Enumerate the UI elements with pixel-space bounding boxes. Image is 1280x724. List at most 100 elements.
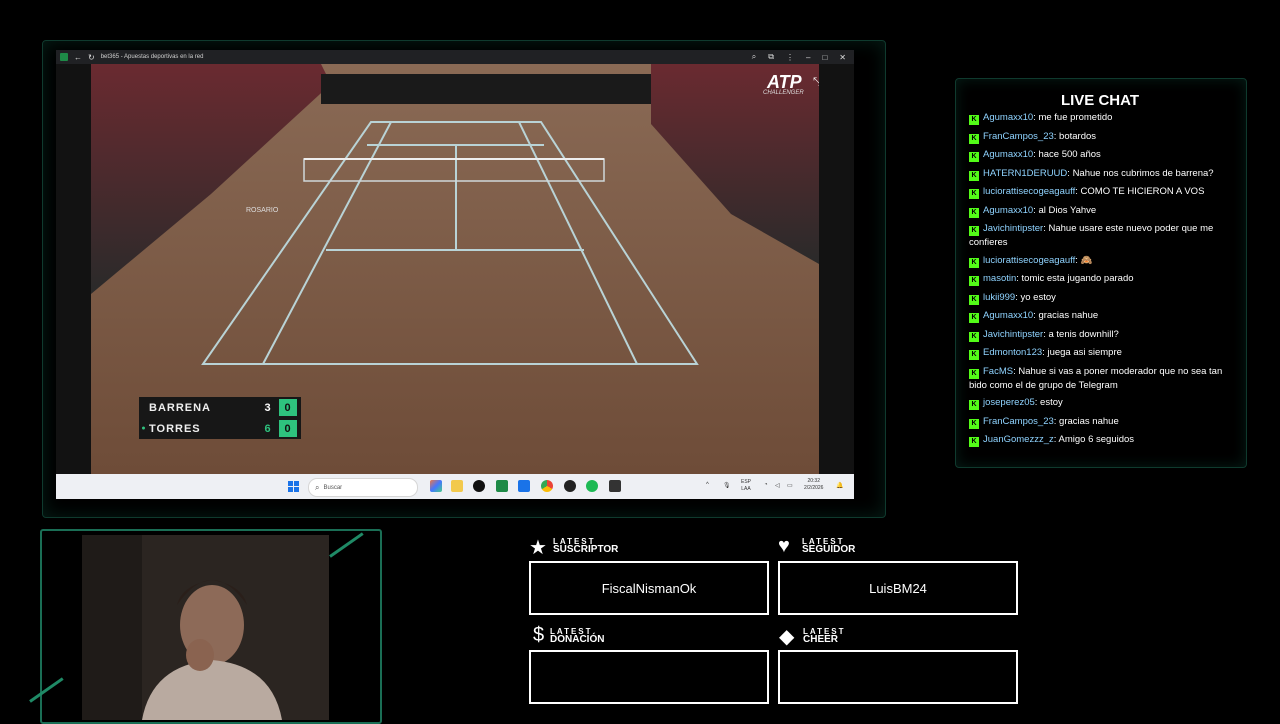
app-icon[interactable] bbox=[609, 480, 621, 492]
spotify-icon[interactable] bbox=[586, 480, 598, 492]
latest-cheer-label: LATEST CHEER bbox=[803, 627, 846, 645]
chat-text: 🙈 bbox=[1080, 254, 1093, 266]
webcam-feed bbox=[82, 535, 329, 720]
chat-text: hace 500 años bbox=[1038, 149, 1101, 160]
chat-username[interactable]: Agumaxx10 bbox=[983, 112, 1033, 123]
clock-date: 2/2/2026 bbox=[804, 485, 824, 491]
kick-badge-icon: K bbox=[969, 313, 979, 323]
player-games: 6 bbox=[264, 422, 272, 435]
kebab-icon[interactable]: ⋮ bbox=[786, 53, 794, 62]
chat-message: K Agumaxx10: hace 500 años bbox=[969, 148, 1231, 162]
chat-username[interactable]: Agumaxx10 bbox=[983, 310, 1033, 321]
minimize-button[interactable]: – bbox=[806, 53, 810, 62]
wifi-icon[interactable]: ◔ bbox=[764, 482, 768, 488]
scoreboard-row-player2: ● TORRES 6 0 bbox=[139, 418, 301, 439]
kick-badge-icon: K bbox=[969, 170, 979, 181]
taskbar-search-placeholder: Buscar bbox=[323, 484, 343, 491]
player-name: BARRENA bbox=[149, 401, 211, 414]
clock-time: 20:32 bbox=[807, 478, 820, 484]
kick-badge-icon: K bbox=[969, 226, 979, 236]
kick-badge-icon: K bbox=[969, 294, 979, 305]
bet365-app-icon[interactable] bbox=[496, 480, 508, 492]
chat-username[interactable]: masotin bbox=[983, 273, 1016, 284]
chat-username[interactable]: joseperez05 bbox=[983, 397, 1035, 408]
edge-icon[interactable] bbox=[518, 480, 530, 492]
extension-icon[interactable]: ⧉ bbox=[768, 52, 774, 62]
search-icon[interactable]: ⌕ bbox=[752, 52, 756, 62]
chat-username[interactable]: Agumaxx10 bbox=[983, 149, 1033, 160]
volume-icon[interactable]: ◁ bbox=[775, 482, 780, 489]
taskbar-clock[interactable]: 20:32 2/2/2026 bbox=[804, 478, 823, 492]
chat-username[interactable]: Javichintipster bbox=[983, 329, 1043, 340]
chat-message: Kluciorattisecogeagauff: 🙈 bbox=[969, 254, 1231, 268]
latest-cheer-box bbox=[778, 650, 1018, 704]
layout-code: LAA bbox=[741, 486, 751, 492]
chat-text: gracias nahue bbox=[1038, 310, 1099, 321]
reload-icon[interactable]: ↻ bbox=[88, 53, 95, 62]
maximize-button[interactable]: □ bbox=[822, 53, 827, 62]
chat-username[interactable]: Javichintipster bbox=[983, 223, 1043, 234]
chat-message: Klukii999: yo estoy bbox=[969, 291, 1231, 305]
dollar-icon: $ bbox=[533, 624, 545, 646]
player-points: 0 bbox=[279, 420, 297, 437]
browser-window: ← ↻ bet365 - Apuestas deportivas en la r… bbox=[56, 50, 854, 499]
browser-titlebar: ← ↻ bet365 - Apuestas deportivas en la r… bbox=[56, 50, 854, 64]
bet365-favicon-icon bbox=[60, 53, 68, 61]
chat-message: K Javichintipster: Nahue usare este nuevo… bbox=[969, 222, 1231, 249]
chat-username[interactable]: luciorattisecogeagauff bbox=[983, 255, 1075, 266]
tiktok-icon[interactable] bbox=[473, 480, 485, 492]
atp-challenger-label: CHALLENGER bbox=[763, 90, 804, 96]
kick-badge-icon: K bbox=[969, 257, 979, 268]
chat-text: estoy bbox=[1040, 397, 1063, 408]
browser-tab-title: bet365 - Apuestas deportivas en la red bbox=[100, 54, 204, 60]
kick-badge-icon: K bbox=[969, 437, 979, 447]
latest-suscriptor-box: FiscalNismanOk bbox=[529, 561, 769, 615]
tray-chevron-up-icon[interactable]: ^ bbox=[706, 482, 709, 488]
obs-icon[interactable] bbox=[564, 480, 576, 492]
scoreboard: BARRENA 3 0 ● TORRES 6 0 bbox=[139, 397, 301, 439]
chrome-icon[interactable] bbox=[541, 480, 553, 492]
chat-username[interactable]: FranCampos_23 bbox=[983, 131, 1054, 142]
microphone-icon[interactable]: 🎙 bbox=[723, 482, 731, 489]
taskbar-search-input[interactable]: ⌕ Buscar bbox=[308, 478, 418, 497]
fullscreen-icon[interactable]: ⤡ bbox=[813, 76, 819, 89]
kick-badge-icon: K bbox=[969, 133, 979, 144]
chat-message: K HATERN1DERUUD: Nahue nos cubrimos de ba… bbox=[969, 167, 1231, 181]
chat-username[interactable]: lukii999 bbox=[983, 292, 1015, 303]
chat-text: me fue prometido bbox=[1038, 112, 1113, 123]
chat-message: Kluciorattisecogeagauff: COMO TE HICIERO… bbox=[969, 185, 1231, 199]
chat-username[interactable]: JuanGomezzz_z bbox=[983, 434, 1054, 445]
kick-badge-icon: K bbox=[969, 115, 979, 125]
venue-ad-text: ROSARIO bbox=[246, 207, 279, 214]
windows-start-icon[interactable] bbox=[288, 481, 299, 492]
chat-username[interactable]: Agumaxx10 bbox=[983, 205, 1033, 216]
chat-text: juega asi siempre bbox=[1047, 347, 1122, 358]
latest-donacion-label: LATEST DONACIÓN bbox=[550, 627, 605, 645]
chat-text: gracias nahue bbox=[1059, 415, 1119, 427]
streamer-silhouette bbox=[82, 535, 329, 720]
notification-bell-icon[interactable]: 🔔 bbox=[836, 482, 843, 489]
kick-badge-icon: K bbox=[969, 368, 979, 379]
keyboard-language[interactable]: ESP LAA bbox=[741, 479, 751, 493]
chat-text: Amigo 6 seguidos bbox=[1058, 434, 1135, 445]
chat-text: tomic esta jugando parado bbox=[1021, 273, 1134, 284]
file-explorer-icon[interactable] bbox=[451, 480, 463, 492]
latest-seguidor-label: LATEST SEGUIDOR bbox=[802, 537, 856, 555]
chat-username[interactable]: FranCampos_23 bbox=[983, 416, 1054, 427]
chat-message-list[interactable]: K Agumaxx10: me fue prometido K FranCampos_… bbox=[969, 111, 1231, 451]
back-arrow-icon[interactable]: ← bbox=[74, 53, 82, 62]
latest-seguidor-box: LuisBM24 bbox=[778, 561, 1018, 615]
chat-username[interactable]: HATERN1DERUUD bbox=[983, 168, 1067, 179]
tennis-video-player[interactable]: ROSARIO ATP CHALLENGER ⤡ BARRENA 3 0 ● T… bbox=[91, 64, 819, 474]
kick-badge-icon: K bbox=[969, 189, 979, 199]
chat-username[interactable]: FacMS bbox=[983, 366, 1013, 377]
battery-icon[interactable]: ▭ bbox=[787, 482, 793, 489]
chat-username[interactable]: Edmonton123 bbox=[983, 347, 1042, 358]
close-button[interactable]: ✕ bbox=[839, 53, 846, 62]
chat-message: K Agumaxx10: me fue prometido bbox=[969, 111, 1231, 125]
chat-username[interactable]: luciorattisecogeagauff bbox=[983, 186, 1075, 197]
copilot-icon[interactable] bbox=[430, 480, 442, 492]
kick-badge-icon: K bbox=[969, 350, 979, 360]
chat-message: K Agumaxx10: gracias nahue bbox=[969, 309, 1231, 323]
player-name: TORRES bbox=[149, 422, 201, 435]
